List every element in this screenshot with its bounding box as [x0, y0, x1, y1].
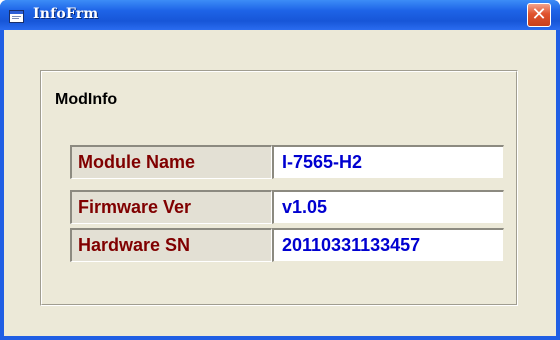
groupbox-label: ModInfo [52, 90, 121, 110]
window-title: InfoFrm [33, 6, 99, 22]
infofrm-window: InfoFrm ✕ ModInfo Module Name I-7565-H2 … [0, 0, 560, 340]
close-button[interactable]: ✕ [527, 3, 551, 27]
firmware-ver-label: Firmware Ver [70, 190, 272, 224]
firmware-ver-value[interactable]: v1.05 [272, 190, 504, 224]
app-window-icon [9, 8, 24, 23]
hardware-sn-value[interactable]: 20110331133457 [272, 228, 504, 262]
module-name-value[interactable]: I-7565-H2 [272, 145, 504, 179]
module-name-label: Module Name [70, 145, 272, 179]
close-icon: ✕ [531, 4, 547, 25]
title-bar[interactable]: InfoFrm ✕ [0, 0, 560, 30]
hardware-sn-label: Hardware SN [70, 228, 272, 262]
